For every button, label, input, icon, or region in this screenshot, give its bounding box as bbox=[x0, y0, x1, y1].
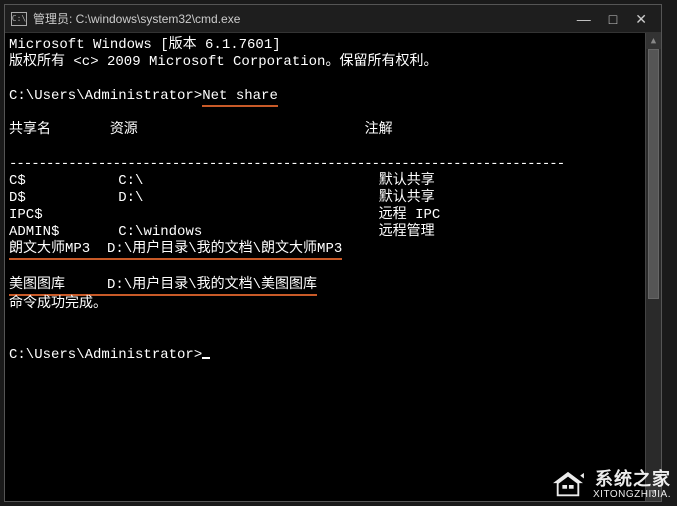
share-ipc-comment: 远程 IPC bbox=[379, 207, 441, 223]
share-mp3-row: 朗文大师MP3 D:\用户目录\我的文档\朗文大师MP3 bbox=[9, 241, 342, 260]
window-controls: — □ ✕ bbox=[577, 12, 655, 26]
col-header-resource: 资源 bbox=[110, 122, 138, 138]
scroll-thumb[interactable] bbox=[648, 49, 659, 299]
cmd-icon: C:\ bbox=[11, 12, 27, 26]
share-d-name: D$ bbox=[9, 190, 26, 206]
divider-line: ----------------------------------------… bbox=[9, 156, 564, 172]
version-line: Microsoft Windows [版本 6.1.7601] bbox=[9, 37, 281, 53]
prompt-1: C:\Users\Administrator> bbox=[9, 88, 202, 104]
share-ipc-name: IPC$ bbox=[9, 207, 43, 223]
share-c-res: C:\ bbox=[118, 173, 143, 189]
terminal-area: Microsoft Windows [版本 6.1.7601] 版权所有 <c>… bbox=[5, 33, 661, 501]
share-c-comment: 默认共享 bbox=[379, 173, 435, 189]
col-header-share: 共享名 bbox=[9, 122, 51, 138]
scroll-down-button[interactable]: ▼ bbox=[646, 485, 661, 501]
share-mp3-name: 朗文大师MP3 bbox=[9, 241, 90, 257]
share-d-comment: 默认共享 bbox=[379, 190, 435, 206]
copyright-line: 版权所有 <c> 2009 Microsoft Corporation。保留所有… bbox=[9, 54, 437, 70]
command-done: 命令成功完成。 bbox=[9, 296, 107, 312]
share-d-res: D:\ bbox=[118, 190, 143, 206]
close-button[interactable]: ✕ bbox=[635, 12, 647, 26]
share-mp3-res: D:\用户目录\我的文档\朗文大师MP3 bbox=[107, 241, 342, 257]
share-admin-res: C:\windows bbox=[118, 224, 202, 240]
share-pic-res: D:\用户目录\我的文档\美图图库 bbox=[107, 277, 317, 293]
col-header-comment: 注解 bbox=[365, 122, 393, 138]
cmd-window: C:\ 管理员: C:\windows\system32\cmd.exe — □… bbox=[4, 4, 662, 502]
titlebar[interactable]: C:\ 管理员: C:\windows\system32\cmd.exe — □… bbox=[5, 5, 661, 33]
minimize-button[interactable]: — bbox=[577, 12, 591, 26]
share-admin-comment: 远程管理 bbox=[379, 224, 435, 240]
scrollbar[interactable]: ▲ ▼ bbox=[645, 33, 661, 501]
share-pic-name: 美图图库 bbox=[9, 277, 65, 293]
command-net-share: Net share bbox=[202, 88, 278, 107]
window-title: 管理员: C:\windows\system32\cmd.exe bbox=[33, 10, 577, 27]
terminal-output[interactable]: Microsoft Windows [版本 6.1.7601] 版权所有 <c>… bbox=[5, 33, 645, 501]
share-c-name: C$ bbox=[9, 173, 26, 189]
scroll-up-button[interactable]: ▲ bbox=[646, 33, 661, 49]
cursor bbox=[202, 357, 210, 359]
share-pic-row: 美图图库 D:\用户目录\我的文档\美图图库 bbox=[9, 277, 317, 296]
maximize-button[interactable]: □ bbox=[609, 12, 617, 26]
share-admin-name: ADMIN$ bbox=[9, 224, 59, 240]
prompt-2: C:\Users\Administrator> bbox=[9, 347, 202, 363]
